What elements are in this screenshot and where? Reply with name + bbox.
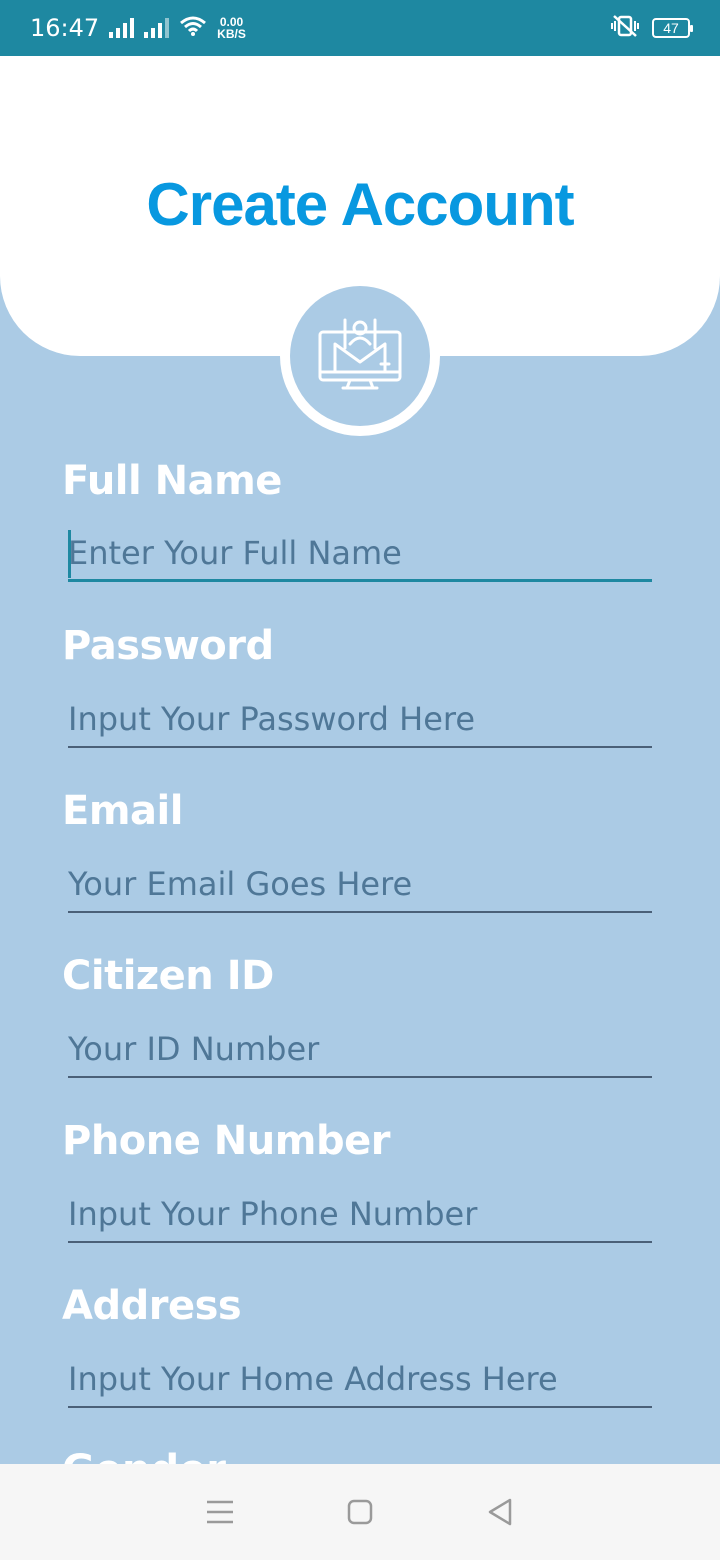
page-title: Create Account [146, 171, 574, 238]
status-bar: 16:47 0.00 KB/S 47 [0, 0, 720, 56]
net-speed-unit: KB/S [217, 27, 246, 41]
triangle-back-icon[interactable] [480, 1492, 520, 1532]
address-label: Address [62, 1283, 242, 1329]
status-time: 16:47 [30, 14, 100, 42]
password-label: Password [62, 623, 274, 669]
phone-label: Phone Number [62, 1118, 390, 1164]
email-label: Email [62, 788, 183, 834]
avatar [280, 276, 440, 436]
nav-bar [0, 1464, 720, 1560]
text-cursor [68, 530, 71, 578]
signal-icon [109, 18, 135, 38]
monitor-user-icon [315, 314, 405, 399]
email-input[interactable] [68, 863, 652, 913]
password-input[interactable] [68, 698, 652, 748]
signal-icon-2 [144, 18, 170, 38]
battery-icon: 47 [652, 18, 693, 38]
net-speed: 0.00 KB/S [217, 16, 246, 40]
wifi-icon [179, 15, 207, 42]
square-home-icon[interactable] [340, 1492, 380, 1532]
vibrate-mute-icon [610, 14, 640, 43]
menu-lines-icon[interactable] [200, 1492, 240, 1532]
phone-input[interactable] [68, 1193, 652, 1243]
status-left: 16:47 0.00 KB/S [30, 14, 246, 42]
citizen-id-label: Citizen ID [62, 953, 274, 999]
avatar-inner [290, 286, 430, 426]
citizen-id-input[interactable] [68, 1028, 652, 1078]
address-input[interactable] [68, 1358, 652, 1408]
full-name-label: Full Name [62, 458, 282, 504]
status-right: 47 [610, 14, 693, 43]
full-name-input[interactable] [68, 532, 652, 582]
